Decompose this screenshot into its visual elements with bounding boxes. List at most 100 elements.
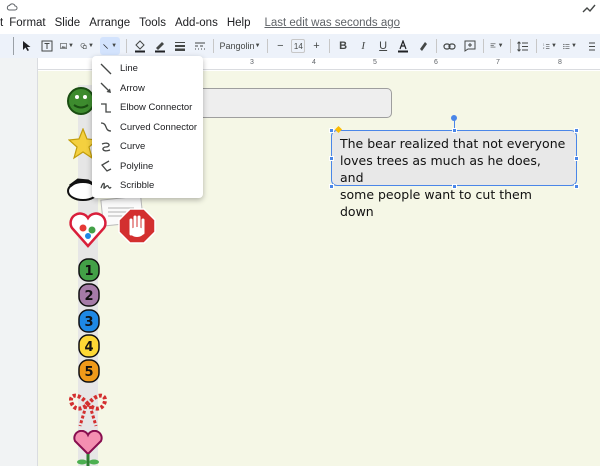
chevron-down-icon: ▼ (571, 43, 577, 49)
insert-image-button[interactable]: ▼ (60, 37, 74, 55)
font-size-field[interactable]: 14 (291, 37, 306, 55)
shape-icon (80, 43, 87, 49)
last-edit-link[interactable]: Last edit was seconds ago (264, 17, 400, 29)
toolbar-edge-icon (0, 37, 14, 55)
resize-handle-s[interactable] (452, 184, 457, 189)
resize-handle-n[interactable] (452, 128, 457, 133)
curve-icon (101, 142, 111, 152)
resize-handle-e[interactable] (574, 156, 579, 161)
menu-item-elbow-connector[interactable]: Elbow Connector (92, 98, 203, 118)
align-button[interactable]: ▼ (490, 37, 504, 55)
left-gutter (0, 58, 38, 466)
bold-button[interactable]: B (336, 37, 350, 55)
menu-insert-partial[interactable]: t (0, 17, 3, 29)
ruler-label: 8 (558, 59, 562, 66)
number-badge-2[interactable]: 2 (78, 283, 100, 307)
menu-arrange[interactable]: Arrange (89, 17, 130, 29)
menu-item-scribble[interactable]: Scribble (92, 176, 203, 196)
menu-item-label: Elbow Connector (120, 102, 193, 114)
bold-icon: B (339, 40, 348, 52)
chevron-down-icon: ▼ (254, 43, 261, 49)
cursor-arrow-icon (23, 41, 31, 51)
ruler-label: 6 (434, 59, 438, 66)
resize-handle-sw[interactable] (329, 184, 334, 189)
underline-button[interactable]: U (376, 37, 390, 55)
number-badge-4[interactable]: 4 (78, 334, 100, 358)
svg-text:2: 2 (543, 48, 545, 50)
line-type-menu: Line Arrow Elbow Connector Curved Connec… (92, 56, 203, 198)
resize-handle-w[interactable] (329, 156, 334, 161)
insert-link-button[interactable] (443, 37, 457, 55)
toolbar-separator (536, 39, 537, 53)
toolbar-separator (509, 39, 511, 53)
selected-text-box[interactable]: The bear realized that not everyone love… (331, 130, 577, 219)
italic-icon: I (361, 40, 365, 52)
font-size-value: 14 (291, 39, 306, 53)
menu-item-curved-connector[interactable]: Curved Connector (92, 118, 203, 138)
border-weight-button[interactable] (173, 37, 187, 55)
menu-help[interactable]: Help (227, 17, 251, 29)
resize-handle-se[interactable] (574, 184, 579, 189)
italic-button[interactable]: I (356, 37, 370, 55)
number-label: 4 (84, 340, 93, 355)
menu-slide[interactable]: Slide (55, 17, 81, 29)
number-badge-3[interactable]: 3 (78, 309, 100, 333)
menu-item-curve[interactable]: Curve (92, 137, 203, 157)
toolbar-separator (329, 39, 331, 53)
number-badge-1[interactable]: 1 (78, 258, 100, 282)
ruler-label: 5 (373, 59, 377, 66)
decrease-font-size-button[interactable]: − (273, 37, 287, 55)
polyline-icon (101, 160, 112, 173)
line-tool-button[interactable]: ▼ (100, 37, 121, 55)
menu-tools[interactable]: Tools (139, 17, 166, 29)
resize-handle-ne[interactable] (574, 128, 579, 133)
ruler-label: 4 (312, 59, 316, 66)
title-placeholder[interactable] (192, 88, 392, 118)
text-line: some people want to cut them down (340, 187, 532, 219)
arrow-icon (100, 82, 111, 94)
text-line: The bear realized that not everyone (340, 136, 566, 151)
fill-color-button[interactable] (133, 37, 147, 55)
number-label: 1 (84, 264, 93, 279)
toolbar-separator (266, 39, 268, 53)
increase-font-size-button[interactable]: + (309, 37, 323, 55)
svg-text:1: 1 (543, 44, 545, 46)
bulleted-list-button[interactable]: ▼ (563, 37, 577, 55)
paint-bucket-icon (134, 39, 145, 52)
resize-handle-nw[interactable] (329, 128, 334, 133)
menu-item-label: Polyline (120, 160, 154, 172)
heart-flower-clipart[interactable] (72, 430, 104, 466)
stop-hand-clipart[interactable] (118, 208, 156, 244)
menu-format[interactable]: Format (9, 17, 45, 29)
chevron-down-icon: ▼ (111, 43, 118, 49)
highlight-color-button[interactable] (416, 37, 430, 55)
elbow-connector-icon (101, 103, 111, 113)
menu-item-arrow[interactable]: Arrow (92, 79, 203, 99)
text-color-button[interactable] (396, 37, 410, 55)
toolbar-separator (482, 39, 484, 53)
ruler-label: 7 (496, 59, 500, 66)
add-comment-button[interactable] (463, 37, 477, 55)
candy-cane-bow-clipart[interactable] (66, 388, 110, 428)
menu-item-line[interactable]: Line (92, 59, 203, 79)
indent-button[interactable] (583, 37, 597, 55)
select-tool-button[interactable] (20, 37, 34, 55)
number-label: 3 (84, 315, 93, 330)
cloud-saved-icon[interactable] (6, 2, 18, 12)
shape-button[interactable]: ▼ (80, 37, 94, 55)
rotation-handle[interactable] (451, 115, 457, 121)
numbered-list-button[interactable]: 12 ▼ (543, 37, 557, 55)
activity-trend-icon[interactable] (582, 4, 596, 14)
line-spacing-button[interactable] (516, 37, 530, 55)
text-line: loves trees as much as he does, and (340, 153, 541, 185)
heart-lollipop-clipart[interactable] (68, 208, 108, 252)
number-badge-5[interactable]: 5 (78, 359, 100, 383)
numbered-list-icon: 12 (543, 43, 550, 50)
number-label: 2 (84, 289, 93, 304)
menu-item-polyline[interactable]: Polyline (92, 157, 203, 177)
border-color-button[interactable] (153, 37, 167, 55)
font-select[interactable]: Pangolin ▼ (220, 37, 261, 55)
menu-addons[interactable]: Add-ons (175, 17, 218, 29)
text-box-button[interactable] (40, 37, 54, 55)
border-dash-button[interactable] (193, 37, 207, 55)
